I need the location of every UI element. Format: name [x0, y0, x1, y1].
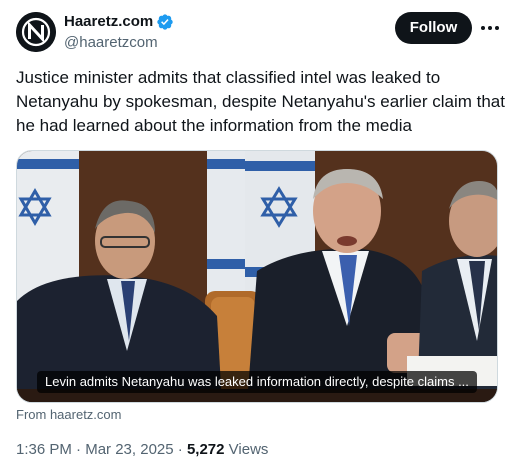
card-source-link[interactable]: From haaretz.com: [16, 407, 121, 423]
tweet-date[interactable]: Mar 23, 2025: [85, 441, 173, 458]
card-caption: Levin admits Netanyahu was leaked inform…: [37, 371, 477, 393]
author-display-name[interactable]: Haaretz.com: [64, 12, 153, 32]
tweet-text: Justice minister admits that classified …: [16, 68, 505, 135]
avatar[interactable]: [16, 12, 56, 52]
author-handle[interactable]: @haaretzcom: [64, 33, 158, 53]
tweet-meta: 1:36 PM · Mar 23, 2025 · 5,272 Views: [16, 440, 268, 460]
haaretz-logo-icon: [16, 12, 56, 52]
follow-button[interactable]: Follow: [395, 12, 472, 44]
more-horizontal-icon[interactable]: [478, 16, 502, 40]
link-card-image[interactable]: Levin admits Netanyahu was leaked inform…: [16, 150, 498, 403]
views-count: 5,272: [186, 441, 225, 458]
tweet-time[interactable]: 1:36 PM: [16, 441, 72, 458]
meta-separator: ·: [177, 441, 183, 458]
meta-separator: ·: [76, 441, 82, 458]
cabinet-meeting-photo: [17, 151, 497, 402]
author-name-row: Haaretz.com: [64, 12, 174, 32]
verified-badge-icon: [157, 14, 173, 30]
views-label: Views: [228, 441, 269, 458]
